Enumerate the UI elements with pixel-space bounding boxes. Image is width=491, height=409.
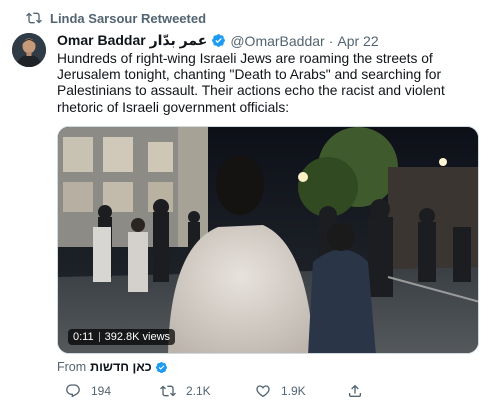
video-views: 392.8K views <box>104 331 171 343</box>
share-button[interactable] <box>347 383 373 399</box>
like-count: 1.9K <box>281 384 306 398</box>
header-separator: · <box>328 32 334 49</box>
tweet-text: Hundreds of right-wing Israeli Jews are … <box>57 51 445 115</box>
avatar[interactable] <box>12 33 46 67</box>
author-name[interactable]: Omar Baddar عمر بدّار <box>57 32 207 49</box>
video-info-overlay: 0:11 392.8K views <box>68 329 176 345</box>
tweet-header: Omar Baddar عمر بدّار @OmarBaddar · Apr … <box>57 32 379 49</box>
media-source: From כאן חדשות <box>57 360 168 374</box>
reply-button[interactable]: 194 <box>65 383 111 399</box>
video-info-divider <box>98 332 100 342</box>
video-time: 0:11 <box>73 331 94 343</box>
retweet-context[interactable]: Linda Sarsour Retweeted <box>26 10 207 26</box>
reply-count: 194 <box>91 384 112 398</box>
verified-badge-icon <box>155 361 167 373</box>
retweet-icon <box>160 385 176 397</box>
source-prefix: From <box>57 360 87 374</box>
author-handle[interactable]: @OmarBaddar <box>230 33 324 49</box>
avatar-image <box>12 33 46 67</box>
like-button[interactable]: 1.9K <box>255 383 306 399</box>
video-thumbnail <box>58 127 478 353</box>
heart-icon <box>256 385 270 398</box>
retweet-context-label: Linda Sarsour Retweeted <box>50 10 207 26</box>
reply-icon <box>66 384 80 398</box>
share-icon <box>349 384 361 397</box>
retweet-icon <box>26 12 42 24</box>
tweet-date[interactable]: Apr 22 <box>337 33 378 49</box>
video-player[interactable]: 0:11 392.8K views <box>57 126 479 354</box>
retweet-count: 2.1K <box>186 384 211 398</box>
source-name[interactable]: כאן חדשות <box>90 360 152 374</box>
retweet-button[interactable]: 2.1K <box>160 383 211 399</box>
verified-badge-icon <box>212 34 226 47</box>
tweet-actions: 194 2.1K 1.9K <box>57 383 361 403</box>
